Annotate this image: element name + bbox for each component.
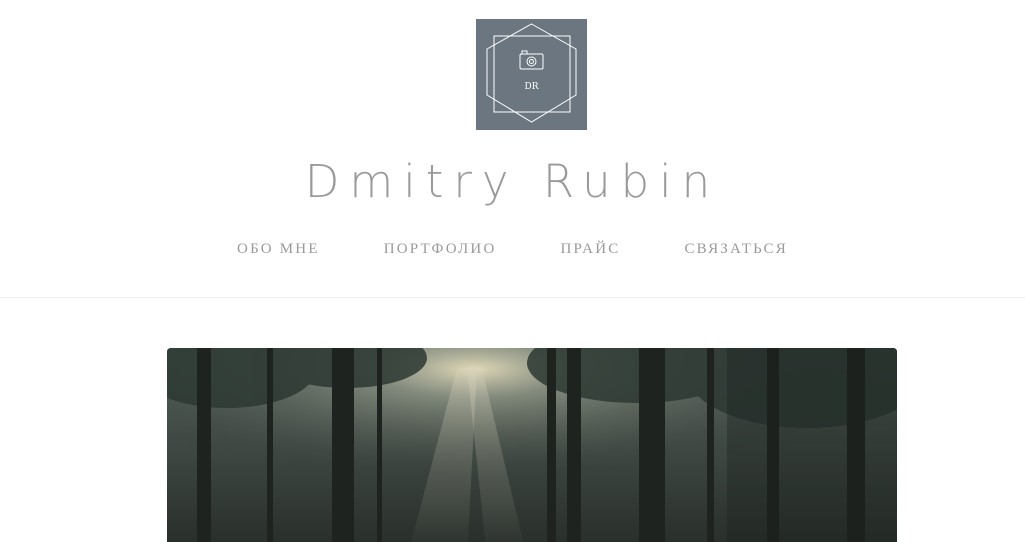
nav-item-contact[interactable]: СВЯЗАТЬСЯ — [684, 238, 788, 260]
camera-icon — [519, 50, 544, 70]
logo-square-frame — [493, 35, 571, 113]
logo-diamond-frame — [486, 23, 577, 123]
page: DR Dmitry Rubin ОБО МНЕ ПОРТФОЛИО ПРАЙС … — [0, 0, 1025, 542]
nav-item-about[interactable]: ОБО МНЕ — [237, 238, 320, 260]
logo-graphic: DR — [486, 23, 577, 123]
nav-item-price[interactable]: ПРАЙС — [561, 238, 621, 260]
header-divider — [0, 297, 1025, 298]
forest-photo-illustration — [167, 348, 897, 542]
main-nav: ОБО МНЕ ПОРТФОЛИО ПРАЙС СВЯЗАТЬСЯ — [0, 238, 1025, 260]
hero-forest-photo — [167, 348, 897, 542]
site-title[interactable]: Dmitry Rubin — [0, 152, 1025, 212]
logo-initials: DR — [525, 82, 539, 92]
nav-item-portfolio[interactable]: ПОРТФОЛИО — [384, 238, 497, 260]
site-logo[interactable]: DR — [476, 19, 587, 130]
